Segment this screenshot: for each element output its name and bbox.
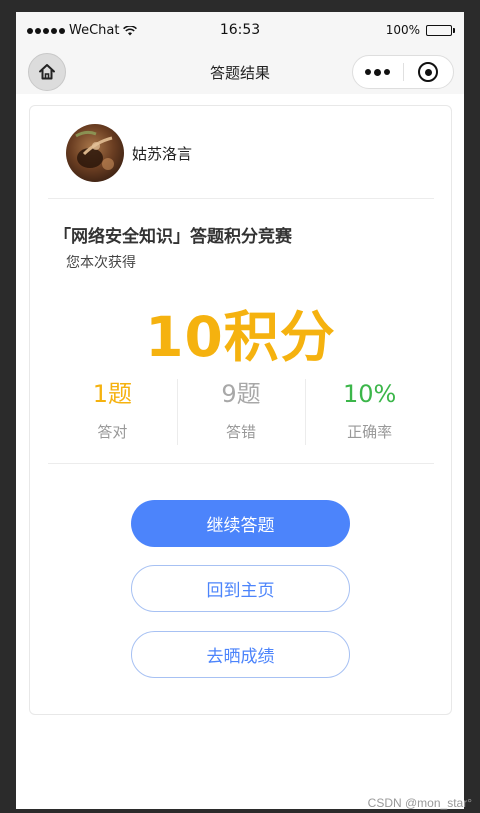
battery-icon xyxy=(426,24,455,36)
status-bar: WeChat 16:53 100% xyxy=(16,12,464,50)
close-button[interactable] xyxy=(403,56,453,88)
stat-wrong: 9题 答错 xyxy=(176,379,306,447)
watermark: CSDN @mon_star° xyxy=(367,796,472,810)
battery-percent: 100% xyxy=(385,23,420,37)
battery-indicator: 100% xyxy=(385,23,455,37)
stat-value: 1题 xyxy=(92,380,132,408)
avatar xyxy=(66,124,124,182)
share-score-button[interactable]: 去晒成绩 xyxy=(131,631,350,678)
close-circle-icon xyxy=(418,62,439,82)
result-card: 姑苏洛言 「网络安全知识」答题积分竞赛 您本次获得 10积分 1题 答对 9题 … xyxy=(29,105,452,715)
divider xyxy=(48,463,434,464)
stats-row: 1题 答对 9题 答错 10% 正确率 xyxy=(48,379,434,447)
stat-value: 9题 xyxy=(221,380,261,408)
stat-accuracy: 10% 正确率 xyxy=(305,379,434,447)
earned-label: 您本次获得 xyxy=(66,255,136,271)
more-dots-icon xyxy=(365,69,372,75)
quiz-title: 「网络安全知识」答题积分竞赛 xyxy=(54,227,292,247)
user-name: 姑苏洛言 xyxy=(132,144,193,163)
score-value: 10积分 xyxy=(145,305,336,369)
back-home-button[interactable]: 回到主页 xyxy=(131,565,350,612)
stat-value: 10% xyxy=(343,380,397,408)
continue-quiz-button[interactable]: 继续答题 xyxy=(131,500,350,547)
stat-label: 答对 xyxy=(97,423,128,441)
phone-screen: WeChat 16:53 100% 答题结果 姑苏洛言 「网络安全知识」答题积分… xyxy=(16,12,464,809)
more-button[interactable] xyxy=(353,56,403,88)
divider xyxy=(48,198,434,199)
stat-label: 正确率 xyxy=(347,423,393,441)
user-info: 姑苏洛言 xyxy=(66,124,192,182)
stat-label: 答错 xyxy=(226,423,257,441)
stat-correct: 1题 答对 xyxy=(48,379,177,447)
navigation-bar: 答题结果 xyxy=(16,50,464,94)
menu-capsule xyxy=(352,55,454,89)
